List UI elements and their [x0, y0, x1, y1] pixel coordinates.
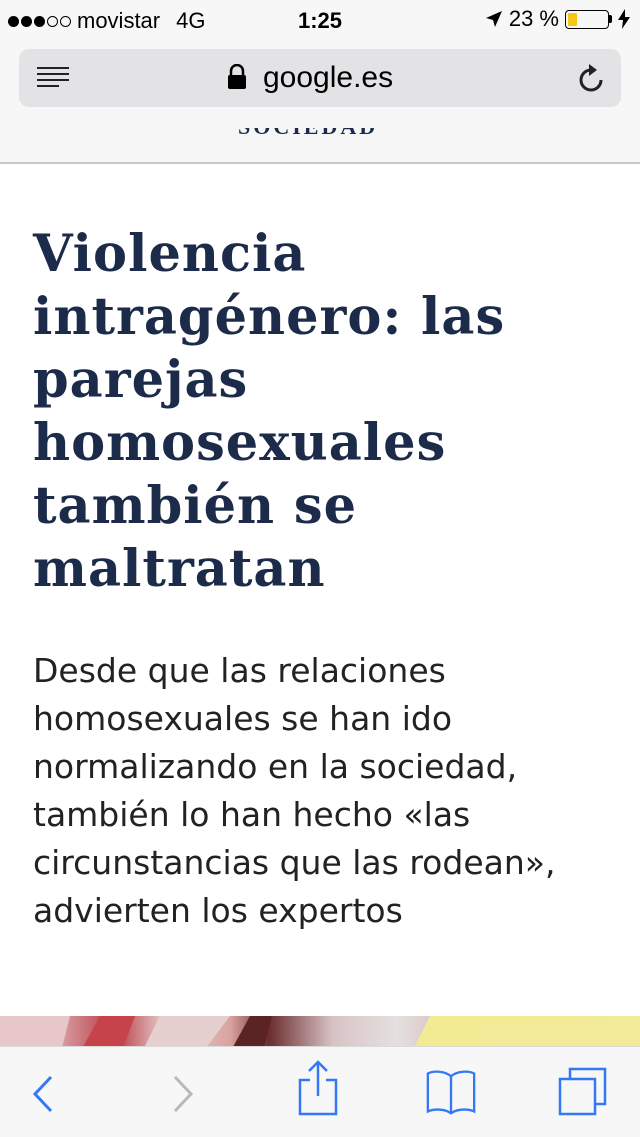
status-bar: movistar 4G 1:25 23 %	[0, 0, 640, 40]
address-bar[interactable]: google.es	[19, 49, 621, 107]
reader-mode-icon[interactable]	[37, 67, 69, 89]
share-icon	[298, 1060, 338, 1116]
battery-level-fill	[568, 12, 577, 26]
url-text[interactable]: google.es	[263, 61, 393, 95]
tabs-icon	[558, 1067, 607, 1116]
article-hero-image[interactable]	[0, 1016, 640, 1046]
section-header: SOCIEDAD	[0, 128, 640, 164]
location-arrow-icon	[485, 11, 502, 27]
status-right: 23 %	[485, 6, 630, 32]
browser-toolbar	[0, 1046, 640, 1137]
article-summary: Desde que las relaciones homosexuales se…	[33, 651, 556, 930]
tabs-button[interactable]	[558, 1067, 608, 1117]
bookmarks-icon	[426, 1070, 476, 1115]
battery-percent: 23 %	[508, 6, 559, 31]
charging-bolt-icon	[618, 9, 630, 29]
forward-button[interactable]	[158, 1069, 208, 1119]
battery-icon	[565, 9, 612, 29]
section-label[interactable]: SOCIEDAD	[238, 128, 378, 140]
article-page: SOCIEDAD Violencia intragénero: las pare…	[0, 128, 640, 1046]
back-button[interactable]	[18, 1069, 68, 1119]
reload-icon[interactable]	[577, 63, 605, 93]
back-icon	[32, 1075, 53, 1113]
browser-nav-bar: google.es	[0, 40, 640, 128]
hero-image-shapes	[0, 1016, 640, 1046]
share-button[interactable]	[293, 1060, 343, 1116]
forward-icon	[173, 1075, 194, 1113]
bookmarks-button[interactable]	[426, 1067, 476, 1117]
article-headline: Violencia intragénero: las parejas homos…	[33, 224, 506, 599]
lock-icon	[228, 64, 246, 89]
